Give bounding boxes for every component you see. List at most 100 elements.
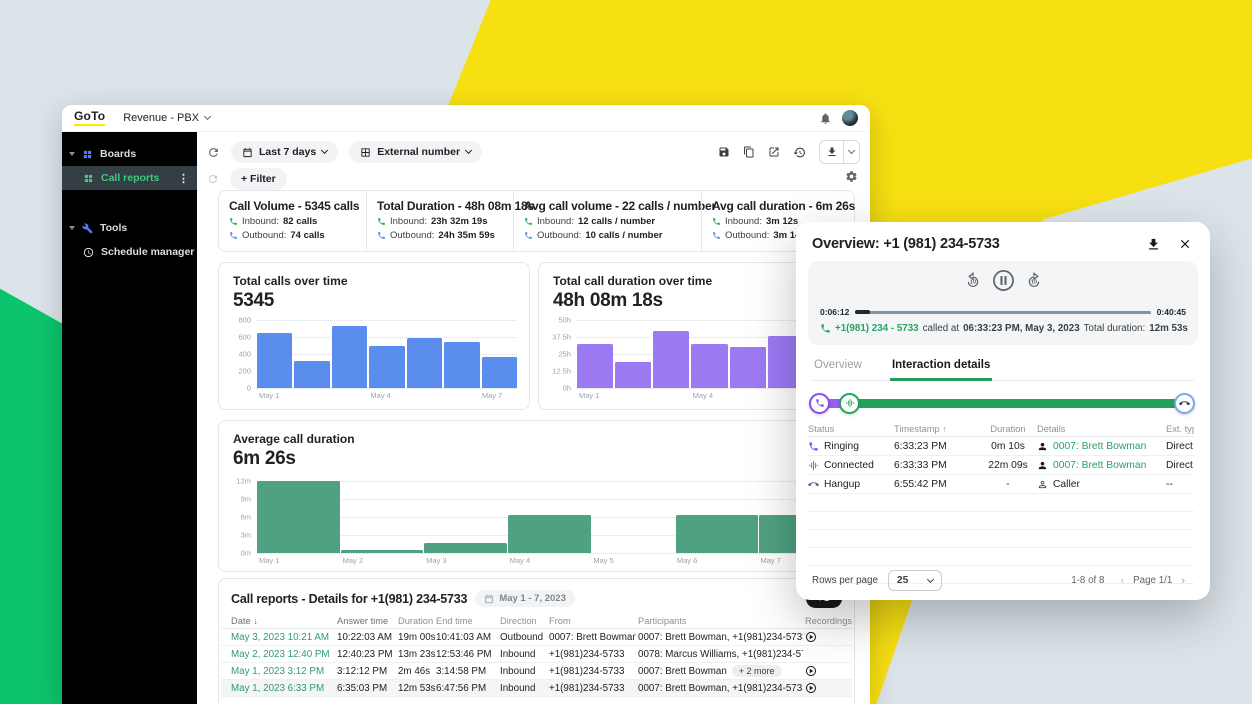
cell-2: 19m 00s	[398, 629, 435, 645]
bar-may-7[interactable]	[482, 357, 517, 388]
sidebar-item-boards[interactable]: Boards	[62, 142, 197, 166]
progress-bar[interactable]	[855, 311, 1150, 314]
hangup-marker[interactable]	[1174, 393, 1195, 414]
forward-10-icon[interactable]: 10	[1025, 272, 1043, 290]
column-header-4[interactable]: Direction	[500, 613, 547, 628]
connected-icon	[808, 460, 819, 471]
ext-type-cell: Direct	[1166, 460, 1194, 471]
bar-may-1[interactable]	[577, 344, 613, 388]
add-filter-button[interactable]: + Filter	[230, 168, 287, 190]
workspace-selector[interactable]: Revenue - PBX	[123, 112, 210, 124]
bar-may-6[interactable]	[676, 515, 759, 553]
recording-play-icon[interactable]	[805, 663, 855, 679]
ringing-phone-icon	[815, 398, 825, 408]
close-icon[interactable]	[1178, 237, 1192, 251]
bar-may-4[interactable]	[691, 344, 727, 388]
rows-per-page-select[interactable]: 25	[888, 570, 942, 591]
share-icon[interactable]	[768, 146, 780, 158]
goto-logo: GoTo	[74, 110, 105, 125]
interaction-row[interactable]: Ringing6:33:23 PM0m 10s0007: Brett Bowma…	[808, 437, 1194, 456]
bar-may-5[interactable]	[407, 338, 442, 388]
download-recording-icon[interactable]	[1146, 237, 1161, 252]
sidebar-item-call-reports[interactable]: Call reports ⋮	[62, 166, 197, 190]
cell-0: May 1, 2023 6:33 PM	[231, 680, 333, 696]
dimension-filter[interactable]: External number	[349, 141, 482, 163]
page-indicator: Page 1/1	[1133, 575, 1172, 586]
next-page-icon[interactable]: ›	[1181, 575, 1185, 587]
bar-may-1[interactable]	[257, 333, 292, 388]
sidebar-item-schedule-manager[interactable]: Schedule manager	[62, 240, 197, 264]
connected-marker[interactable]	[839, 393, 860, 414]
cell-3: 3:14:58 PM	[436, 663, 498, 679]
inbound-value: 23h 32m 19s	[431, 216, 488, 227]
history-icon[interactable]	[793, 146, 806, 159]
pause-button-icon[interactable]	[992, 269, 1015, 292]
table-row[interactable]: May 1, 2023 3:12 PM3:12:12 PM2m 46s3:14:…	[221, 663, 852, 680]
total-duration-label: Total duration:	[1084, 323, 1146, 334]
recording-play-icon[interactable]	[805, 629, 855, 645]
bar-may-4[interactable]	[369, 346, 404, 388]
column-header-2[interactable]: Duration	[398, 613, 435, 628]
details-cell: 0007: Brett Bowman	[1037, 460, 1166, 471]
column-header-1[interactable]: Answer time	[337, 613, 395, 628]
x-axis-tick: May 1	[257, 388, 294, 400]
status-cell: Connected	[808, 460, 894, 471]
download-split-button[interactable]	[819, 140, 860, 164]
hangup-phone-icon	[1179, 398, 1190, 409]
inbound-value: 3m 12s	[766, 216, 798, 227]
interaction-column-1[interactable]: Timestamp ↑	[894, 424, 979, 434]
x-axis-tick: May 4	[368, 388, 405, 400]
y-axis-tick: 400	[227, 350, 251, 359]
table-row[interactable]: May 2, 2023 12:40 PM12:40:23 PM13m 23s12…	[221, 646, 852, 663]
table-row[interactable]: May 1, 2023 6:33 PM6:35:03 PM12m 53s6:47…	[221, 680, 852, 697]
column-header-3[interactable]: End time	[436, 613, 498, 628]
bar-may-2[interactable]	[294, 361, 329, 388]
column-header-6[interactable]: Participants	[638, 613, 803, 628]
x-axis-tick: May 4	[508, 553, 592, 565]
save-icon[interactable]	[718, 146, 730, 158]
settings-gear-icon[interactable]	[845, 170, 858, 183]
notification-bell-icon[interactable]	[819, 112, 832, 125]
interaction-row[interactable]: Hangup6:55:42 PM-Caller--	[808, 475, 1194, 494]
copy-icon[interactable]	[743, 146, 755, 158]
bar-may-1[interactable]	[257, 481, 340, 553]
user-avatar[interactable]	[842, 110, 858, 126]
sidebar-item-tools[interactable]: Tools	[62, 216, 197, 240]
prev-page-icon[interactable]: ‹	[1120, 575, 1124, 587]
x-axis-tick	[443, 388, 480, 400]
x-axis-tick: May 1	[257, 553, 341, 565]
tab-interaction-details[interactable]: Interaction details	[890, 355, 992, 381]
x-axis-tick	[653, 388, 691, 400]
chart-card-avg-duration: Average call duration 6m 26s 12m9m6m3m0m…	[218, 420, 855, 572]
bar-may-5[interactable]	[730, 347, 766, 388]
bar-may-6[interactable]	[444, 342, 479, 388]
column-header-7[interactable]: Recordings	[805, 613, 855, 628]
sidebar-item-label: Boards	[100, 148, 136, 160]
interaction-row[interactable]: Connected6:33:33 PM22m 09s0007: Brett Bo…	[808, 456, 1194, 475]
x-axis-labels: May 1May 4May 7	[257, 388, 517, 400]
phone-icon	[524, 217, 533, 226]
recording-play-icon[interactable]	[805, 680, 855, 696]
sidebar-item-label: Call reports	[101, 172, 159, 184]
refresh-icon-dim[interactable]	[207, 173, 219, 185]
refresh-icon[interactable]	[207, 146, 220, 159]
bar-may-3[interactable]	[332, 326, 367, 388]
inbound-label: Inbound:	[725, 216, 762, 227]
more-participants-chip[interactable]: + 2 more	[732, 665, 782, 677]
bar-may-2[interactable]	[615, 362, 651, 388]
table-row[interactable]: May 3, 2023 10:21 AM10:22:03 AM19m 00s10…	[221, 629, 852, 646]
rewind-10-icon[interactable]: 10	[964, 272, 982, 290]
workspace-name: Revenue - PBX	[123, 112, 199, 124]
bar-may-4[interactable]	[508, 515, 591, 553]
bar-may-3[interactable]	[424, 543, 507, 553]
date-range-filter[interactable]: Last 7 days	[231, 141, 338, 163]
x-axis-tick: May 3	[424, 553, 508, 565]
y-axis-tick: 6m	[227, 513, 251, 522]
more-menu-icon[interactable]: ⋮	[178, 172, 189, 185]
bar-may-3[interactable]	[653, 331, 689, 388]
ringing-marker[interactable]	[809, 393, 830, 414]
column-header-5[interactable]: From	[549, 613, 636, 628]
column-header-0[interactable]: Date ↓	[231, 613, 333, 628]
tab-overview[interactable]: Overview	[812, 355, 864, 380]
total-duration-value: 12m 53s	[1149, 323, 1188, 334]
